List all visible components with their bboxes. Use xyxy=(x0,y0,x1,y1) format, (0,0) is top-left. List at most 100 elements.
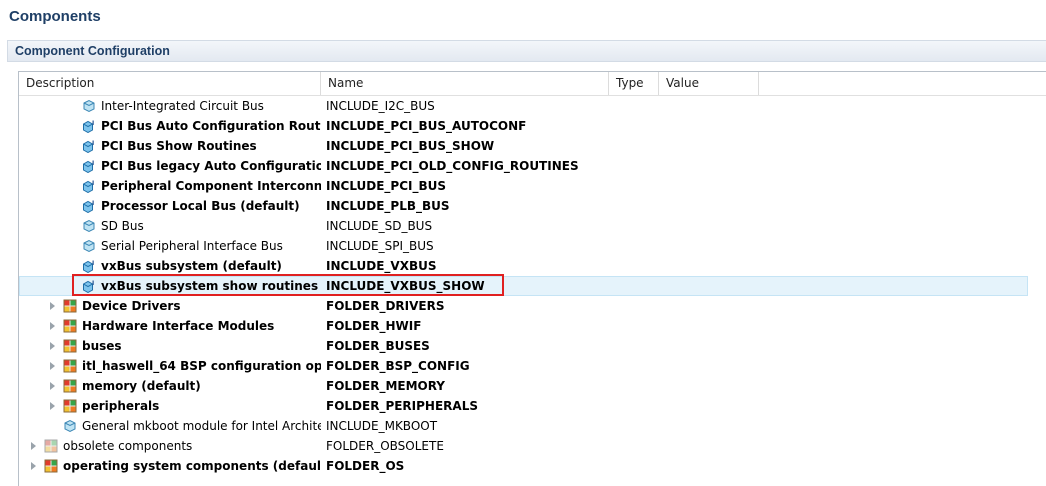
tree-row[interactable]: I PCI Bus legacy Auto Configuration Routi… xyxy=(19,156,1046,176)
tree-row[interactable]: buses FOLDER_BUSES xyxy=(19,336,1046,356)
row-description: buses xyxy=(82,339,122,353)
expand-arrow-icon[interactable] xyxy=(50,302,55,310)
column-header-value[interactable]: Value xyxy=(659,72,759,95)
row-name: INCLUDE_PCI_OLD_CONFIG_ROUTINES xyxy=(326,159,579,173)
tree-row[interactable]: memory (default) FOLDER_MEMORY xyxy=(19,376,1046,396)
row-name: FOLDER_OS xyxy=(326,459,405,473)
expand-arrow-icon[interactable] xyxy=(50,342,55,350)
tree-row[interactable]: I PCI Bus Show Routines INCLUDE_PCI_BUS_SH… xyxy=(19,136,1046,156)
row-name: INCLUDE_PCI_BUS_SHOW xyxy=(326,139,495,153)
row-name: FOLDER_BSP_CONFIG xyxy=(326,359,470,373)
row-name: INCLUDE_I2C_BUS xyxy=(326,99,435,113)
row-name: INCLUDE_PCI_BUS xyxy=(326,179,447,193)
row-name: FOLDER_MEMORY xyxy=(326,379,445,393)
component-included-icon: I xyxy=(82,259,96,274)
component-included-icon: I xyxy=(82,159,96,174)
folder-cube-icon xyxy=(44,459,58,473)
tree-row[interactable]: General mkboot module for Intel Architec… xyxy=(19,416,1046,436)
row-description: PCI Bus legacy Auto Configuration Routin… xyxy=(101,159,321,173)
row-description: PCI Bus Auto Configuration Routines xyxy=(101,119,321,133)
expand-arrow-icon[interactable] xyxy=(50,322,55,330)
tree-row[interactable]: I Processor Local Bus (default) INCLUDE_PL… xyxy=(19,196,1046,216)
row-name: INCLUDE_MKBOOT xyxy=(326,419,438,433)
expand-arrow-icon[interactable] xyxy=(50,402,55,410)
component-included-icon: I xyxy=(82,199,96,214)
tree-row[interactable]: SD Bus INCLUDE_SD_BUS xyxy=(19,216,1046,236)
row-name: INCLUDE_VXBUS_SHOW xyxy=(326,279,485,293)
tree-row[interactable]: Serial Peripheral Interface Bus INCLUDE_S… xyxy=(19,236,1046,256)
tree-row[interactable]: Inter-Integrated Circuit Bus INCLUDE_I2C_… xyxy=(19,96,1046,116)
row-name: INCLUDE_VXBUS xyxy=(326,259,437,273)
component-included-icon: I xyxy=(82,119,96,134)
row-description: itl_haswell_64 BSP configuration options xyxy=(82,359,321,373)
row-description: memory (default) xyxy=(82,379,201,393)
tree-row[interactable]: Hardware Interface Modules FOLDER_HWIF xyxy=(19,316,1046,336)
row-name: INCLUDE_SD_BUS xyxy=(326,219,433,233)
expand-arrow-icon[interactable] xyxy=(50,382,55,390)
svg-text:I: I xyxy=(92,260,94,267)
svg-text:I: I xyxy=(92,280,94,287)
svg-text:I: I xyxy=(92,140,94,147)
component-included-icon: I xyxy=(82,139,96,154)
row-description: Processor Local Bus (default) xyxy=(101,199,300,213)
row-name: FOLDER_PERIPHERALS xyxy=(326,399,478,413)
tree-row[interactable]: operating system components (default) FOL… xyxy=(19,456,1046,476)
tree-header: Description Name Type Value xyxy=(19,72,1046,96)
component-cylinder-icon xyxy=(82,99,96,113)
row-description: Hardware Interface Modules xyxy=(82,319,275,333)
tree-row[interactable]: itl_haswell_64 BSP configuration options… xyxy=(19,356,1046,376)
row-name: INCLUDE_PLB_BUS xyxy=(326,199,450,213)
tree-row[interactable]: peripherals FOLDER_PERIPHERALS xyxy=(19,396,1046,416)
component-included-icon: I xyxy=(82,179,96,194)
row-description: obsolete components xyxy=(63,439,193,453)
svg-text:I: I xyxy=(92,160,94,167)
row-description: Device Drivers xyxy=(82,299,181,313)
row-name: FOLDER_BUSES xyxy=(326,339,430,353)
folder-cube-dim-icon xyxy=(44,439,58,453)
row-description: vxBus subsystem show routines xyxy=(101,279,319,293)
folder-cube-icon xyxy=(63,299,77,313)
row-name: FOLDER_HWIF xyxy=(326,319,422,333)
component-cylinder-icon xyxy=(63,419,77,433)
row-description: PCI Bus Show Routines xyxy=(101,139,257,153)
tree-row[interactable]: Device Drivers FOLDER_DRIVERS xyxy=(19,296,1046,316)
svg-text:I: I xyxy=(92,180,94,187)
section-title: Component Configuration xyxy=(15,44,170,58)
column-header-description[interactable]: Description xyxy=(19,72,321,95)
row-description: operating system components (default) xyxy=(63,459,321,473)
column-header-type[interactable]: Type xyxy=(609,72,659,95)
folder-cube-icon xyxy=(63,339,77,353)
component-tree[interactable]: Description Name Type Value Inter-Integr… xyxy=(18,71,1046,486)
component-included-icon: I xyxy=(82,279,96,294)
row-description: General mkboot module for Intel Architec… xyxy=(82,419,321,433)
expand-arrow-icon[interactable] xyxy=(31,462,36,470)
row-description: Serial Peripheral Interface Bus xyxy=(101,239,283,253)
tree-row[interactable]: I Peripheral Component Interconnect Bus IN… xyxy=(19,176,1046,196)
row-name: INCLUDE_SPI_BUS xyxy=(326,239,434,253)
column-header-name[interactable]: Name xyxy=(321,72,609,95)
svg-text:I: I xyxy=(92,120,94,127)
page-title: Components xyxy=(9,8,101,25)
row-description: vxBus subsystem (default) xyxy=(101,259,282,273)
row-description: peripherals xyxy=(82,399,160,413)
component-cylinder-icon xyxy=(82,219,96,233)
tree-row[interactable]: I PCI Bus Auto Configuration Routines INCL… xyxy=(19,116,1046,136)
folder-cube-icon xyxy=(63,399,77,413)
tree-row[interactable]: IvxBus subsystem show routines INCLUDE_VX… xyxy=(19,276,1046,296)
row-description: Inter-Integrated Circuit Bus xyxy=(101,99,264,113)
row-name: INCLUDE_PCI_BUS_AUTOCONF xyxy=(326,119,527,133)
svg-text:I: I xyxy=(92,200,94,207)
component-cylinder-icon xyxy=(82,239,96,253)
tree-row[interactable]: obsolete components FOLDER_OBSOLETE xyxy=(19,436,1046,456)
folder-cube-icon xyxy=(63,319,77,333)
expand-arrow-icon[interactable] xyxy=(31,442,36,450)
row-description: SD Bus xyxy=(101,219,144,233)
expand-arrow-icon[interactable] xyxy=(50,362,55,370)
row-name: FOLDER_OBSOLETE xyxy=(326,439,444,453)
section-header[interactable]: Component Configuration xyxy=(7,40,1046,62)
folder-cube-icon xyxy=(63,379,77,393)
folder-cube-icon xyxy=(63,359,77,373)
row-name: FOLDER_DRIVERS xyxy=(326,299,445,313)
row-description: Peripheral Component Interconnect Bus xyxy=(101,179,321,193)
tree-row[interactable]: IvxBus subsystem (default) INCLUDE_VXBUS xyxy=(19,256,1046,276)
